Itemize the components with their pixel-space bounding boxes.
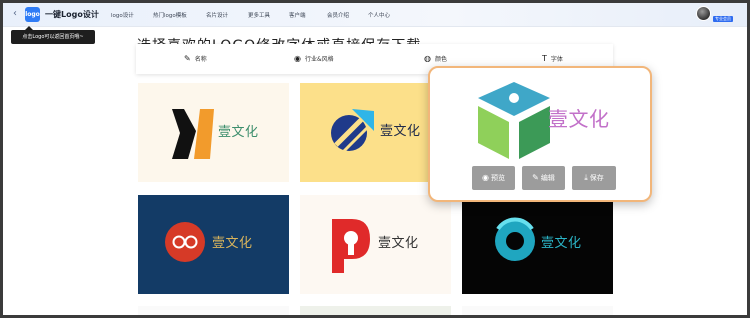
logo-card[interactable]: 壹文化: [138, 195, 289, 294]
edit-label: 编辑: [540, 174, 555, 182]
target-icon: ◉: [294, 54, 301, 63]
nav-hot-templates[interactable]: 热门logo模板: [153, 11, 187, 19]
filter-name[interactable]: ✎ 名称: [184, 54, 207, 63]
filter-label: 字体: [550, 56, 563, 63]
filter-label: 颜色: [434, 56, 447, 63]
browser-frame: ‹ logo 一键Logo设计 logo设计 热门logo模板 名片设计 更多工…: [3, 3, 747, 315]
logo-card[interactable]: [300, 306, 451, 315]
logo-card[interactable]: 壹文化: [138, 83, 289, 182]
font-icon: T: [542, 54, 547, 63]
save-label: 保存: [589, 174, 604, 182]
logo-text: 壹文化: [541, 236, 582, 251]
filter-label: 名称: [194, 56, 207, 63]
filter-font[interactable]: T 字体: [542, 54, 563, 63]
vip-badge: 专业会员: [713, 16, 733, 22]
download-icon: ⤓: [584, 173, 588, 182]
logo-card[interactable]: 壹文化: [300, 195, 451, 294]
nav-card-design[interactable]: 名片设计: [206, 11, 228, 19]
logo-card[interactable]: [138, 306, 289, 315]
top-nav: ‹ logo 一键Logo设计 logo设计 热门logo模板 名片设计 更多工…: [3, 3, 747, 27]
avatar[interactable]: [696, 6, 711, 21]
save-button[interactable]: ⤓ 保存: [572, 166, 616, 190]
pen-icon: ✎: [184, 54, 191, 63]
filter-industry-style[interactable]: ◉ 行业&风格: [294, 54, 334, 63]
logo-mark-icon: [172, 109, 214, 159]
nav-logo-design[interactable]: logo设计: [111, 11, 134, 19]
palette-icon: ◍: [424, 54, 431, 63]
logo-mark-icon: [495, 217, 535, 261]
logo-text: 壹文化: [378, 236, 419, 251]
logo-card[interactable]: 壹文化: [462, 195, 613, 294]
nav-client[interactable]: 客户端: [289, 11, 306, 19]
nav-more-tools[interactable]: 更多工具: [248, 11, 270, 19]
logo-text: 壹文化: [548, 107, 610, 131]
preview-label: 预览: [490, 174, 505, 182]
filter-label: 行业&风格: [304, 56, 334, 63]
nav-membership[interactable]: 会员介绍: [327, 11, 349, 19]
back-icon[interactable]: ‹: [13, 8, 17, 19]
logo-text: 壹文化: [218, 125, 259, 140]
home-tooltip: 点击Logo可以返回首页哦~: [11, 26, 95, 44]
logo-mark-icon: [332, 219, 370, 273]
brand-name[interactable]: 一键Logo设计: [45, 9, 99, 20]
site-logo-icon[interactable]: logo: [25, 7, 40, 22]
edit-button[interactable]: ✎ 编辑: [522, 166, 565, 190]
logo-card[interactable]: [462, 306, 613, 315]
eye-icon: ◉: [482, 173, 489, 182]
preview-button[interactable]: ◉ 预览: [472, 166, 515, 190]
logo-text: 壹文化: [212, 236, 253, 251]
edit-icon: ✎: [532, 173, 539, 182]
logo-text: 壹文化: [380, 124, 421, 139]
filter-color[interactable]: ◍ 颜色: [424, 54, 447, 63]
nav-personal-center[interactable]: 个人中心: [368, 11, 390, 19]
logo-preview-popover[interactable]: 壹文化 ◉ 预览 ✎ 编辑 ⤓ 保存: [428, 66, 652, 202]
